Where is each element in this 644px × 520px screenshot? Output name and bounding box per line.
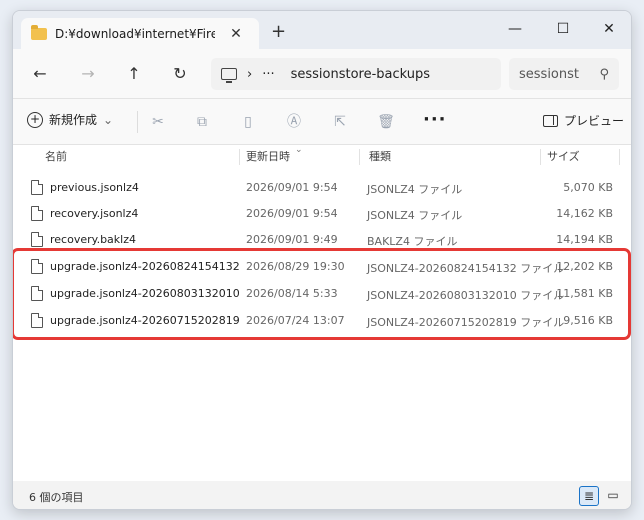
file-icon (31, 180, 43, 195)
cut-icon[interactable]: ✂ (149, 113, 167, 131)
new-button-label: 新規作成 (49, 113, 98, 127)
tab-close-icon[interactable]: ✕ (227, 26, 245, 42)
navigation-bar: ← → ↑ ↻ › ··· sessionstore-backups sessi… (13, 49, 631, 99)
plus-circle-icon: + (27, 111, 43, 128)
file-name: recovery.jsonlz4 (50, 207, 139, 220)
file-icon (31, 232, 43, 247)
column-header-name[interactable]: 名前 (45, 145, 67, 169)
file-list: 名前 更新日時 ⌄ 種類 サイズ previous.jsonlz4 2026/0… (13, 145, 631, 481)
file-name: previous.jsonlz4 (50, 181, 139, 194)
search-icon: ⚲ (599, 66, 609, 82)
search-box[interactable]: sessionst ⚲ (509, 58, 619, 90)
copy-icon[interactable]: ⧉ (193, 113, 211, 131)
up-button[interactable]: ↑ (121, 61, 147, 87)
paste-icon[interactable]: ▯ (239, 113, 257, 131)
new-tab-button[interactable]: + (271, 21, 286, 42)
preview-label: プレビュー (564, 114, 625, 128)
breadcrumb-current-folder[interactable]: sessionstore-backups (291, 67, 430, 82)
chevron-down-icon: ⌄ (103, 112, 114, 127)
computer-icon (221, 68, 237, 83)
file-type: JSONLZ4 ファイル (367, 183, 463, 196)
command-bar: + 新規作成 ⌄ ✂ ⧉ ▯ Ⓐ ⇱ 🗑 ··· プレビュー (13, 99, 631, 145)
search-input[interactable]: sessionst (519, 67, 579, 82)
breadcrumb-separator: › (247, 66, 253, 82)
file-type: JSONLZ4 ファイル (367, 209, 463, 222)
file-icon (31, 206, 43, 221)
breadcrumb-more[interactable]: ··· (262, 67, 274, 82)
column-divider[interactable] (619, 149, 620, 165)
back-button[interactable]: ← (27, 61, 53, 87)
maximize-button[interactable]: ☐ (545, 17, 581, 41)
preview-button[interactable]: プレビュー (543, 112, 624, 129)
column-header-size[interactable]: サイズ (547, 145, 580, 169)
forward-button[interactable]: → (75, 61, 101, 87)
file-date: 2026/09/01 9:49 (246, 233, 338, 246)
file-date: 2026/09/01 9:54 (246, 181, 338, 194)
file-row[interactable]: recovery.jsonlz4 2026/09/01 9:54 JSONLZ4… (13, 201, 631, 227)
minimize-button[interactable]: — (497, 17, 533, 41)
toolbar-divider (137, 111, 138, 133)
preview-pane-icon (543, 114, 558, 127)
column-header-date[interactable]: 更新日時 (246, 145, 290, 169)
rename-icon[interactable]: Ⓐ (285, 113, 303, 131)
address-bar[interactable]: › ··· sessionstore-backups (211, 58, 501, 90)
item-count: 6 個の項目 (29, 491, 84, 504)
column-divider[interactable] (239, 149, 240, 165)
file-name: recovery.baklz4 (50, 233, 136, 246)
column-divider[interactable] (540, 149, 541, 165)
file-size: 14,162 KB (556, 207, 613, 220)
file-date: 2026/09/01 9:54 (246, 207, 338, 220)
delete-icon[interactable]: 🗑 (377, 113, 395, 131)
highlight-box (13, 248, 631, 340)
new-button[interactable]: + 新規作成 ⌄ (27, 111, 113, 128)
column-divider[interactable] (359, 149, 360, 165)
refresh-button[interactable]: ↻ (167, 61, 193, 87)
file-size: 14,194 KB (556, 233, 613, 246)
more-options-button[interactable]: ··· (423, 109, 447, 130)
close-window-button[interactable]: ✕ (591, 17, 627, 41)
details-view-button[interactable]: ≣ (579, 486, 599, 506)
sort-descending-icon: ⌄ (295, 145, 303, 155)
file-size: 5,070 KB (563, 181, 613, 194)
explorer-window: D:¥download¥internet¥Firefox ✕ + — ☐ ✕ ←… (12, 10, 632, 510)
file-row[interactable]: previous.jsonlz4 2026/09/01 9:54 JSONLZ4… (13, 175, 631, 201)
tab-title: D:¥download¥internet¥Firefox (55, 26, 215, 41)
file-type: BAKLZ4 ファイル (367, 235, 458, 248)
folder-tab[interactable]: D:¥download¥internet¥Firefox ✕ (21, 18, 259, 49)
title-bar: D:¥download¥internet¥Firefox ✕ + — ☐ ✕ (13, 11, 631, 49)
tiles-view-button[interactable]: ▭ (603, 486, 623, 506)
share-icon[interactable]: ⇱ (331, 113, 349, 131)
column-header-type[interactable]: 種類 (369, 145, 391, 169)
folder-icon (31, 24, 47, 40)
status-bar: 6 個の項目 ≣ ▭ (13, 481, 631, 509)
